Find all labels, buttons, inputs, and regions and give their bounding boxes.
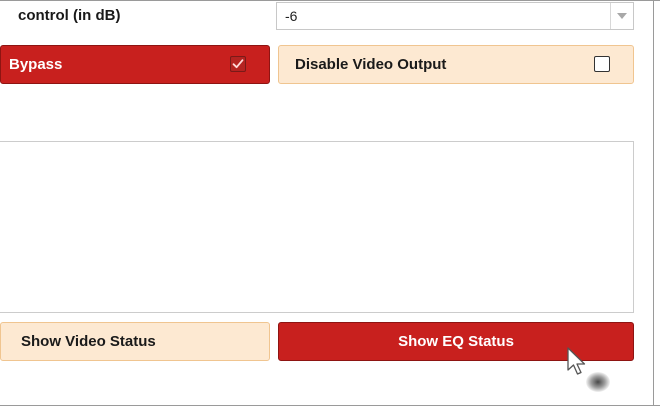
panel-top-border xyxy=(0,0,660,1)
select-divider xyxy=(610,3,611,29)
status-output-area[interactable] xyxy=(0,141,634,313)
checkbox-unchecked-icon[interactable] xyxy=(594,56,610,72)
control-select-value: -6 xyxy=(285,8,298,24)
chevron-down-icon[interactable] xyxy=(617,13,627,19)
mouse-pointer-icon xyxy=(567,347,586,375)
cursor-shadow xyxy=(586,372,610,392)
disable-video-toggle[interactable]: Disable Video Output xyxy=(278,45,634,84)
control-label: control (in dB) xyxy=(18,7,121,24)
disable-video-label: Disable Video Output xyxy=(295,56,447,73)
control-select[interactable]: -6 xyxy=(276,2,634,30)
eq-bypass-toggle[interactable]: Bypass xyxy=(0,45,270,84)
eq-bypass-label: Bypass xyxy=(9,56,63,73)
show-video-status-label: Show Video Status xyxy=(21,333,156,350)
show-video-status-button[interactable]: Show Video Status xyxy=(0,322,270,361)
eq-control-panel: control (in dB) -6 Bypass Disable Video … xyxy=(0,0,660,406)
panel-right-border xyxy=(653,0,654,406)
checkbox-checked-icon[interactable] xyxy=(230,56,246,72)
